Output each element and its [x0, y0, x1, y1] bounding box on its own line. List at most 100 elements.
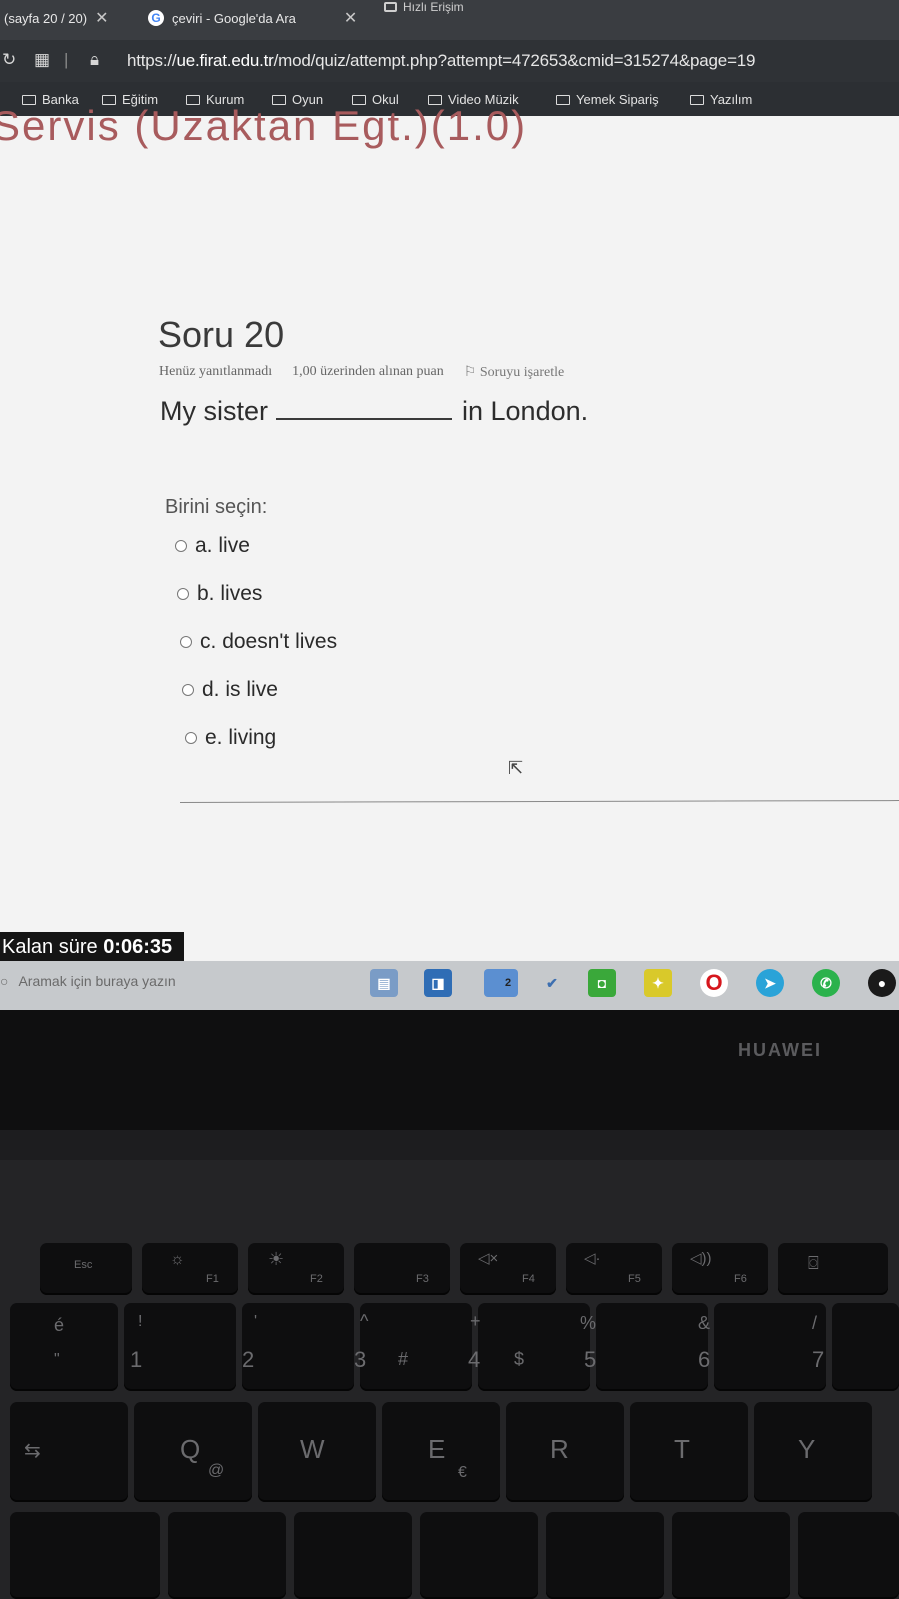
key-f3[interactable]: F3	[354, 1243, 450, 1295]
laptop-hinge	[0, 1130, 899, 1160]
whatsapp-icon[interactable]: ✆	[812, 969, 840, 997]
key-label: F1	[206, 1273, 219, 1285]
key-w[interactable]: W	[258, 1402, 376, 1502]
key-caps-lock[interactable]	[10, 1512, 160, 1599]
key-esc[interactable]: Esc	[40, 1243, 132, 1295]
radio-button[interactable]	[180, 636, 192, 648]
tab-quiz-label: (sayfa 20 / 20)	[4, 10, 88, 26]
key-label: T	[674, 1434, 690, 1464]
timer-label: Kalan süre	[2, 936, 98, 958]
option-text: doesn't lives	[222, 630, 338, 653]
key-6[interactable]: & 6	[698, 1303, 826, 1391]
lock-icon[interactable]: 🔒︎	[90, 50, 99, 70]
key-label: Esc	[74, 1259, 93, 1271]
key-t[interactable]: T	[630, 1402, 748, 1502]
green-app-icon[interactable]: ◘	[588, 969, 616, 997]
key-1[interactable]: ! 1	[124, 1303, 236, 1391]
bookmark-yazilim[interactable]: Yazılım	[690, 92, 752, 107]
explorer-badge: 2	[504, 977, 512, 989]
key-label: 3	[354, 1347, 367, 1372]
quick-access[interactable]: Hızlı Erişim	[384, 0, 464, 14]
radio-button[interactable]	[175, 540, 187, 552]
quick-access-label: Hızlı Erişim	[403, 0, 464, 14]
key-f[interactable]	[546, 1512, 664, 1599]
close-icon[interactable]: ✕	[344, 8, 357, 28]
url-prefix: https://	[127, 51, 177, 70]
radio-button[interactable]	[185, 732, 197, 744]
apps-grid-icon	[384, 2, 397, 12]
question-text-before: My sister	[160, 396, 268, 426]
yellow-app-icon[interactable]: ✦	[644, 969, 672, 997]
key-symbol: %	[580, 1313, 597, 1333]
question-title: Soru 20	[158, 314, 285, 355]
checkmark-app-icon[interactable]: ✔	[538, 969, 566, 997]
key-label: E	[428, 1434, 446, 1464]
option-letter: a.	[195, 534, 213, 557]
key-d[interactable]	[420, 1512, 538, 1599]
key-f1[interactable]: ☼ F1	[142, 1243, 238, 1295]
key-f2[interactable]: ☀ F2	[248, 1243, 344, 1295]
option-c[interactable]: c. doesn't lives	[180, 630, 337, 654]
key-3[interactable]: ^ 3 #	[354, 1303, 472, 1391]
key-camera[interactable]: ⌼	[778, 1243, 888, 1295]
url-field[interactable]: https://ue.firat.edu.tr/mod/quiz/attempt…	[127, 51, 756, 71]
close-icon[interactable]: ✕	[95, 8, 108, 28]
key-label: Y	[798, 1434, 816, 1464]
radio-button[interactable]	[177, 588, 189, 600]
google-icon: G	[148, 10, 164, 26]
key-f4[interactable]: ◁× F4	[460, 1243, 556, 1295]
key-5[interactable]: % 5	[580, 1303, 708, 1391]
radio-button[interactable]	[182, 684, 194, 696]
key-label: F4	[522, 1273, 535, 1285]
option-text: lives	[220, 582, 263, 605]
key-4[interactable]: +4 $	[468, 1303, 590, 1391]
key-g[interactable]	[672, 1512, 790, 1599]
reload-icon[interactable]: ↻	[2, 50, 16, 70]
flag-question-link[interactable]: ⚐ Soruyu işaretle	[464, 364, 564, 381]
bookmark-yemek-siparis[interactable]: Yemek Sipariş	[556, 92, 659, 107]
key-label: 6	[698, 1347, 711, 1372]
question-points: 1,00 üzerinden alınan puan	[292, 364, 444, 379]
key-7[interactable]: /7	[812, 1303, 899, 1391]
key-tab[interactable]: ⇆	[10, 1402, 128, 1502]
key-e[interactable]: E €	[382, 1402, 500, 1502]
key-y[interactable]: Y	[754, 1402, 872, 1502]
opera-icon[interactable]: O	[700, 969, 728, 997]
tab-google[interactable]: G çeviri - Google'da Ara ✕	[148, 8, 357, 28]
task-view-icon[interactable]: ▤	[370, 969, 398, 997]
choose-one-label: Birini seçin:	[165, 496, 268, 518]
key-symbol: +	[470, 1311, 481, 1331]
key-label: F6	[734, 1273, 747, 1285]
explorer-icon[interactable]: 2	[484, 969, 518, 997]
option-letter: d.	[202, 678, 220, 701]
key-r[interactable]: R	[506, 1402, 624, 1502]
key-a[interactable]	[168, 1512, 286, 1599]
key-symbol: &	[698, 1313, 711, 1333]
timer-value: 0:06:35	[103, 936, 173, 958]
key-f5[interactable]: ◁· F5	[566, 1243, 662, 1295]
store-icon[interactable]: ◨	[424, 969, 452, 997]
brightness-up-icon: ☀	[268, 1249, 285, 1269]
key-2[interactable]: ' 2	[242, 1303, 354, 1391]
windows-taskbar: ○ Aramak için buraya yazın ▤ ◨ 2 ✔ ◘ ✦ O…	[0, 961, 899, 1010]
address-bar: ↻ ▦ | 🔒︎ https://ue.firat.edu.tr/mod/qui…	[0, 40, 899, 82]
option-d[interactable]: d. is live	[182, 678, 278, 702]
key-s[interactable]	[294, 1512, 412, 1599]
key-q[interactable]: Q @	[134, 1402, 252, 1502]
bookmark-label: Yazılım	[710, 92, 753, 107]
telegram-icon[interactable]: ➤	[756, 969, 784, 997]
option-b[interactable]: b. lives	[177, 582, 262, 606]
taskbar-search[interactable]: ○ Aramak için buraya yazın	[0, 973, 176, 989]
key-symbol: $	[514, 1349, 525, 1369]
apps-icon[interactable]: ▦	[34, 50, 50, 70]
option-a[interactable]: a. live	[175, 534, 250, 558]
flag-icon: ⚐	[463, 365, 480, 380]
key-label: R	[550, 1434, 569, 1464]
user-icon[interactable]: ●	[868, 969, 896, 997]
key-h[interactable]	[798, 1512, 899, 1599]
option-e[interactable]: e. living	[185, 726, 276, 750]
course-title: Servis (Uzaktan Egt.)(1.0)	[0, 102, 528, 149]
key-backtick[interactable]: é "	[10, 1303, 118, 1391]
key-f6[interactable]: ◁)) F6	[672, 1243, 768, 1295]
tab-quiz[interactable]: (sayfa 20 / 20) ✕	[4, 8, 109, 28]
